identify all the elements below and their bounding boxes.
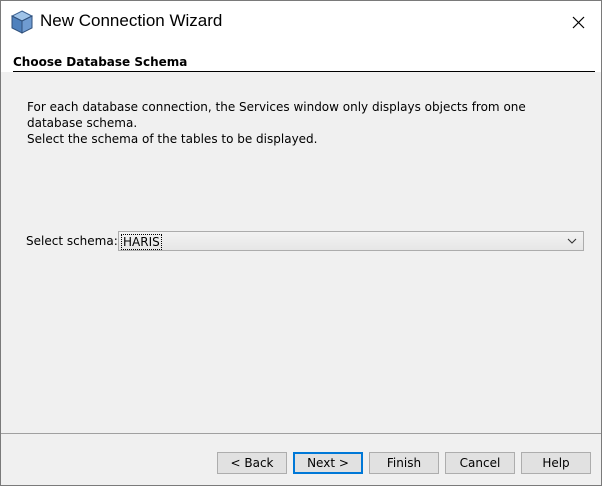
instructions-line-2: Select the schema of the tables to be di… [27, 132, 318, 146]
finish-button[interactable]: Finish [369, 452, 439, 474]
step-header: Choose Database Schema [1, 43, 601, 72]
footer-divider [1, 433, 601, 434]
back-button[interactable]: < Back [217, 452, 287, 474]
netbeans-cube-icon [10, 10, 34, 34]
close-icon [572, 16, 584, 28]
window-title: New Connection Wizard [40, 11, 223, 30]
title-bar[interactable]: New Connection Wizard [1, 1, 601, 43]
close-button[interactable] [555, 1, 601, 43]
schema-dropdown[interactable]: HARIS [118, 231, 584, 251]
wizard-window: New Connection Wizard Choose Database Sc… [0, 0, 602, 486]
cancel-button[interactable]: Cancel [445, 452, 515, 474]
schema-label: Select schema: [26, 234, 118, 248]
instructions-text: For each database connection, the Servic… [27, 99, 567, 147]
help-button[interactable]: Help [521, 452, 591, 474]
chevron-down-icon [567, 238, 577, 244]
schema-selected-value: HARIS [121, 234, 162, 250]
step-title: Choose Database Schema [13, 55, 188, 69]
next-button[interactable]: Next > [293, 452, 363, 474]
instructions-line-1: For each database connection, the Servic… [27, 100, 526, 130]
header-divider [13, 71, 595, 72]
